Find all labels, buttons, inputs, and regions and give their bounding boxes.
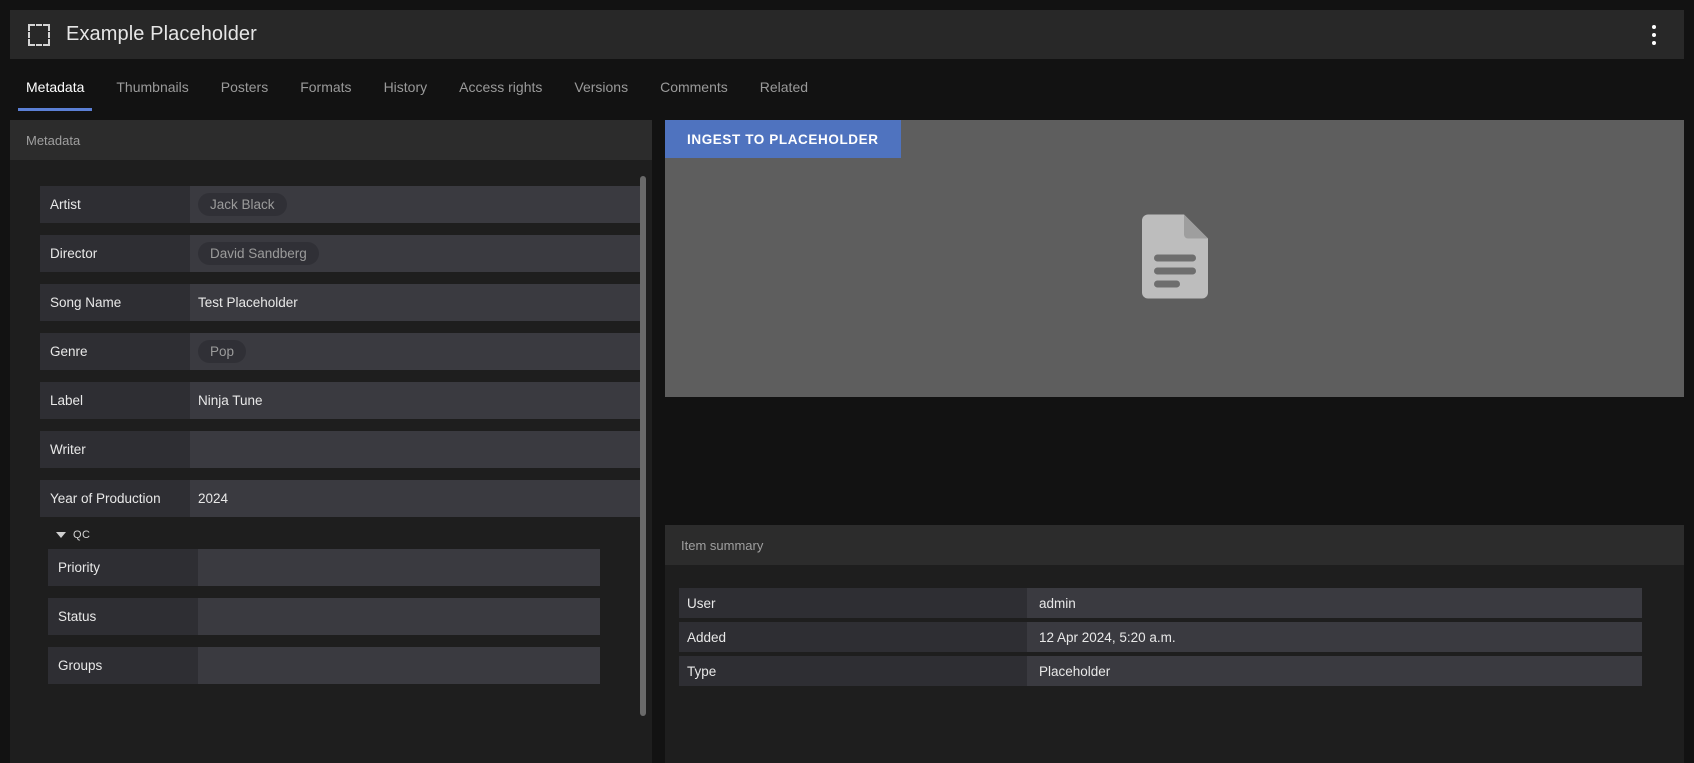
ingest-to-placeholder-button[interactable]: INGEST TO PLACEHOLDER bbox=[665, 120, 901, 158]
field-label: Director bbox=[40, 235, 190, 272]
field-value[interactable] bbox=[190, 431, 646, 468]
field-label: Genre bbox=[40, 333, 190, 370]
field-label: Priority bbox=[48, 549, 198, 586]
metadata-panel-title: Metadata bbox=[10, 120, 652, 160]
field-row-writer[interactable]: Writer bbox=[40, 431, 646, 468]
field-value[interactable]: David Sandberg bbox=[190, 235, 646, 272]
field-value[interactable] bbox=[198, 598, 600, 635]
field-value[interactable] bbox=[198, 549, 600, 586]
summary-label: Type bbox=[679, 656, 1027, 686]
field-row-artist[interactable]: Artist Jack Black bbox=[40, 186, 646, 223]
chip-value[interactable]: Pop bbox=[198, 339, 247, 364]
item-summary-panel: Item summary User admin Added 12 Apr 202… bbox=[665, 525, 1684, 763]
chip-value[interactable]: Jack Black bbox=[198, 192, 287, 217]
tab-versions[interactable]: Versions bbox=[558, 70, 644, 111]
field-label: Artist bbox=[40, 186, 190, 223]
field-row-label[interactable]: Label Ninja Tune bbox=[40, 382, 646, 419]
tab-history[interactable]: History bbox=[368, 70, 444, 111]
item-summary-list: User admin Added 12 Apr 2024, 5:20 a.m. … bbox=[665, 565, 1684, 686]
field-value[interactable] bbox=[198, 647, 600, 684]
tab-thumbnails[interactable]: Thumbnails bbox=[100, 70, 204, 111]
tab-access-rights[interactable]: Access rights bbox=[443, 70, 558, 111]
metadata-scrollbar[interactable] bbox=[640, 166, 646, 756]
field-label: Label bbox=[40, 382, 190, 419]
field-row-status[interactable]: Status bbox=[48, 598, 600, 635]
summary-value: admin bbox=[1027, 588, 1642, 618]
summary-row-type: Type Placeholder bbox=[679, 656, 1642, 686]
document-icon bbox=[1141, 214, 1208, 303]
qc-section-toggle[interactable]: QC bbox=[56, 529, 652, 541]
field-row-priority[interactable]: Priority bbox=[48, 549, 600, 586]
summary-row-user: User admin bbox=[679, 588, 1642, 618]
summary-label: Added bbox=[679, 622, 1027, 652]
field-row-year-of-production[interactable]: Year of Production 2024 bbox=[40, 480, 646, 517]
caret-down-icon bbox=[56, 532, 66, 538]
tab-formats[interactable]: Formats bbox=[284, 70, 367, 111]
field-row-director[interactable]: Director David Sandberg bbox=[40, 235, 646, 272]
field-value[interactable]: 2024 bbox=[190, 480, 646, 517]
field-value[interactable]: Test Placeholder bbox=[190, 284, 646, 321]
field-label: Status bbox=[48, 598, 198, 635]
metadata-scrollbar-thumb[interactable] bbox=[640, 176, 646, 716]
field-value[interactable]: Pop bbox=[190, 333, 646, 370]
metadata-field-list: Artist Jack Black Director David Sandber… bbox=[10, 160, 652, 684]
field-row-song-name[interactable]: Song Name Test Placeholder bbox=[40, 284, 646, 321]
metadata-panel: Metadata Artist Jack Black Director Davi… bbox=[10, 120, 652, 763]
field-label: Writer bbox=[40, 431, 190, 468]
chip-value[interactable]: David Sandberg bbox=[198, 241, 319, 266]
page-title: Example Placeholder bbox=[66, 23, 257, 45]
field-label: Year of Production bbox=[40, 480, 190, 517]
summary-label: User bbox=[679, 588, 1027, 618]
field-row-groups[interactable]: Groups bbox=[48, 647, 600, 684]
field-label: Groups bbox=[48, 647, 198, 684]
preview-panel: INGEST TO PLACEHOLDER bbox=[665, 120, 1684, 397]
field-value[interactable]: Ninja Tune bbox=[190, 382, 646, 419]
tab-bar: Metadata Thumbnails Posters Formats Hist… bbox=[10, 70, 1684, 111]
field-label: Song Name bbox=[40, 284, 190, 321]
summary-value: Placeholder bbox=[1027, 656, 1642, 686]
header-left-group: Example Placeholder bbox=[28, 23, 257, 46]
summary-row-added: Added 12 Apr 2024, 5:20 a.m. bbox=[679, 622, 1642, 652]
app-header: Example Placeholder bbox=[10, 10, 1684, 59]
item-summary-title: Item summary bbox=[665, 525, 1684, 565]
right-column: INGEST TO PLACEHOLDER Item summary User … bbox=[665, 120, 1684, 763]
field-row-genre[interactable]: Genre Pop bbox=[40, 333, 646, 370]
qc-section-title: QC bbox=[73, 529, 91, 541]
tab-related[interactable]: Related bbox=[744, 70, 824, 111]
summary-value: 12 Apr 2024, 5:20 a.m. bbox=[1027, 622, 1642, 652]
kebab-menu-icon[interactable] bbox=[1640, 21, 1668, 49]
field-value[interactable]: Jack Black bbox=[190, 186, 646, 223]
tab-comments[interactable]: Comments bbox=[644, 70, 744, 111]
placeholder-frame-icon bbox=[28, 23, 50, 46]
tab-posters[interactable]: Posters bbox=[205, 70, 284, 111]
tab-metadata[interactable]: Metadata bbox=[10, 70, 100, 111]
